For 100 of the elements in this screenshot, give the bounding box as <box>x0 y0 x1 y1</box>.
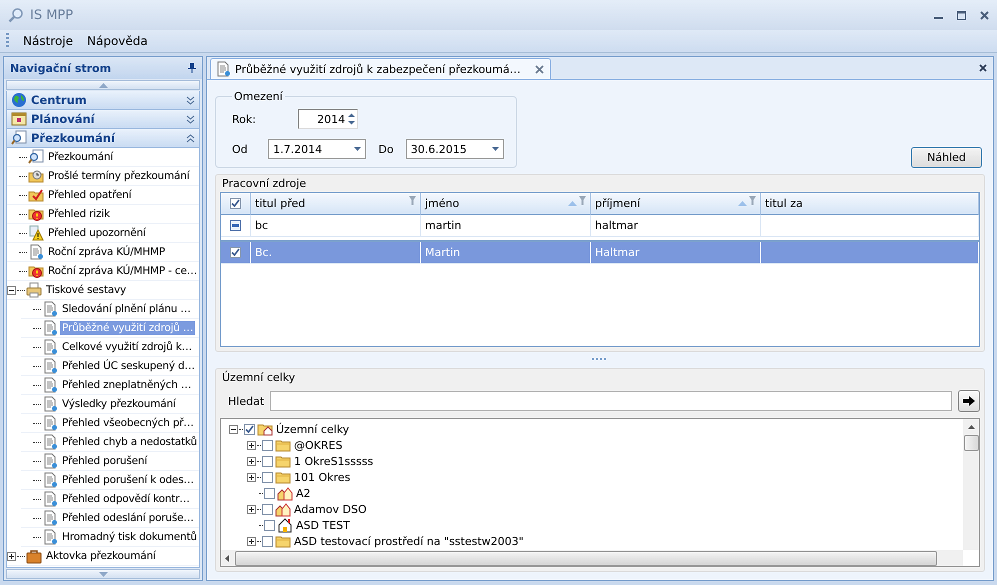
splitter-grip-icon[interactable] <box>592 358 608 362</box>
collapse-icon[interactable] <box>229 424 238 434</box>
group-header[interactable]: Centrum <box>6 91 200 110</box>
field-label: Do <box>378 142 395 156</box>
panel-title: Pracovní zdroje <box>221 176 308 192</box>
checkbox[interactable] <box>262 472 273 482</box>
table-cell: Bc. <box>251 242 421 264</box>
document-icon <box>42 472 58 488</box>
tree-item[interactable]: Přehled ÚC seskupený d… <box>60 359 197 373</box>
document-icon <box>42 320 58 336</box>
tree-item[interactable]: Územní celky <box>276 422 350 436</box>
tree-item[interactable]: Aktovka přezkoumání <box>44 549 158 563</box>
checkbox[interactable] <box>262 456 273 466</box>
tree-item[interactable]: @OKRES <box>294 438 342 452</box>
tree-item[interactable]: Přehled zneplatněných … <box>60 378 194 392</box>
expand-icon[interactable] <box>247 440 256 450</box>
tree-item[interactable]: ASD TEST <box>296 518 350 532</box>
panel-title: Navigační strom <box>10 62 112 74</box>
document-icon <box>42 377 58 393</box>
tree-item[interactable]: Roční zpráva KÚ/MHMP <box>46 245 168 259</box>
spin-arrows-icon[interactable] <box>348 113 356 125</box>
briefcase-icon <box>26 548 42 564</box>
house-icon <box>277 517 293 533</box>
go-button[interactable] <box>958 390 980 412</box>
pin-icon[interactable] <box>188 63 196 73</box>
new-row-icon <box>230 220 241 231</box>
maximize-icon[interactable] <box>957 10 966 20</box>
table-cell: haltmar <box>591 215 761 237</box>
date-picker[interactable]: 30.6.2015 <box>406 139 504 159</box>
dropdown-arrow-icon[interactable] <box>492 147 499 151</box>
tree-item[interactable]: Přehled porušení <box>60 454 150 468</box>
group-header[interactable]: Přezkoumání <box>6 129 200 148</box>
expand-icon[interactable] <box>7 552 16 560</box>
select-all-checkbox[interactable] <box>230 198 241 209</box>
document-icon <box>42 301 58 317</box>
checkbox[interactable] <box>264 488 275 498</box>
close-icon[interactable] <box>980 10 989 20</box>
column-header[interactable]: titul před <box>251 193 421 215</box>
checkbox[interactable] <box>262 504 273 514</box>
checkbox[interactable] <box>244 424 255 434</box>
close-icon[interactable] <box>979 64 987 72</box>
checkbox[interactable] <box>264 520 275 530</box>
tab[interactable]: Průběžné využití zdrojů k zabezpečení přezkoumá… <box>210 58 551 79</box>
document-icon <box>28 244 44 260</box>
tree-item[interactable]: A2 <box>296 486 311 500</box>
tree-item[interactable]: Přehled rizik <box>46 207 112 221</box>
menu-item[interactable]: Nástroje <box>23 34 74 48</box>
tree-item[interactable]: Přehled odpovědí kontr… <box>60 492 192 506</box>
search-field[interactable] <box>270 391 952 411</box>
tree-item[interactable]: ASD testovací prostředí na "sstestw2003" <box>294 534 524 548</box>
year-spinner[interactable]: 2014 <box>298 109 358 129</box>
row-checkbox[interactable] <box>230 247 241 258</box>
tree-item[interactable]: Hromadný tisk dokumentů <box>60 530 199 544</box>
preview-button[interactable]: Náhled <box>911 147 982 168</box>
tree-item[interactable]: Přehled porušení k odes… <box>60 473 196 487</box>
tree-item[interactable]: 1 OkreS1sssss <box>294 454 374 468</box>
expand-icon[interactable] <box>247 504 256 514</box>
checkbox[interactable] <box>262 536 273 546</box>
table-cell: Martin <box>421 242 591 264</box>
document-icon <box>42 434 58 450</box>
tree-item[interactable]: Přehled opatření <box>46 188 134 202</box>
tree-item[interactable]: Tiskové sestavy <box>44 283 128 297</box>
tree-item[interactable]: Přehled odeslání poruše… <box>60 511 196 525</box>
tree-item[interactable]: Přehled upozornění <box>46 226 148 240</box>
expand-icon[interactable] <box>247 456 256 466</box>
document-icon <box>215 61 231 77</box>
group-title: Omezení <box>233 90 284 103</box>
tree-item[interactable]: Roční zpráva KÚ/MHMP - ce… <box>46 264 199 278</box>
tree-item[interactable]: Přehled chyb a nedostatků <box>60 435 199 449</box>
expand-icon[interactable] <box>247 472 256 482</box>
tree-item[interactable]: Prošlé termíny přezkoumání <box>46 169 192 183</box>
tree-item[interactable]: Výsledky přezkoumání <box>60 397 178 411</box>
tree-item[interactable]: Přezkoumání <box>46 150 116 164</box>
collapse-icon[interactable] <box>7 286 16 294</box>
scroll-thumb[interactable] <box>964 435 978 451</box>
table-cell: martin <box>421 215 591 237</box>
expand-icon[interactable] <box>247 536 256 546</box>
group-header[interactable]: Plánování <box>6 110 200 129</box>
tree-item[interactable]: Adamov DSO <box>294 502 367 516</box>
field-label: Od <box>232 142 249 156</box>
column-header[interactable]: titul za <box>761 193 979 215</box>
houses-icon <box>277 485 293 501</box>
scrollbar[interactable] <box>963 419 979 550</box>
field-label: Hledat <box>228 394 264 408</box>
date-picker[interactable]: 1.7.2014 <box>268 139 366 159</box>
tree-item[interactable]: 101 Okres <box>294 470 350 484</box>
arrow-icon <box>962 395 976 407</box>
menu-item[interactable]: Nápověda <box>87 34 148 48</box>
tree-item[interactable]: Sledování plnění plánu … <box>60 302 193 316</box>
field-label: Rok: <box>232 112 257 126</box>
close-icon[interactable] <box>534 64 544 74</box>
document-icon <box>42 453 58 469</box>
tree-item[interactable]: Celkové využití zdrojů k… <box>60 340 194 354</box>
document-icon <box>42 529 58 545</box>
scroll-left-icon[interactable] <box>225 554 229 562</box>
dropdown-arrow-icon[interactable] <box>354 147 362 151</box>
houses-icon <box>275 501 291 517</box>
checkbox[interactable] <box>262 440 273 450</box>
tree-item[interactable]: Přehled všeobecných př… <box>60 416 196 430</box>
scroll-up-icon[interactable] <box>968 425 974 429</box>
